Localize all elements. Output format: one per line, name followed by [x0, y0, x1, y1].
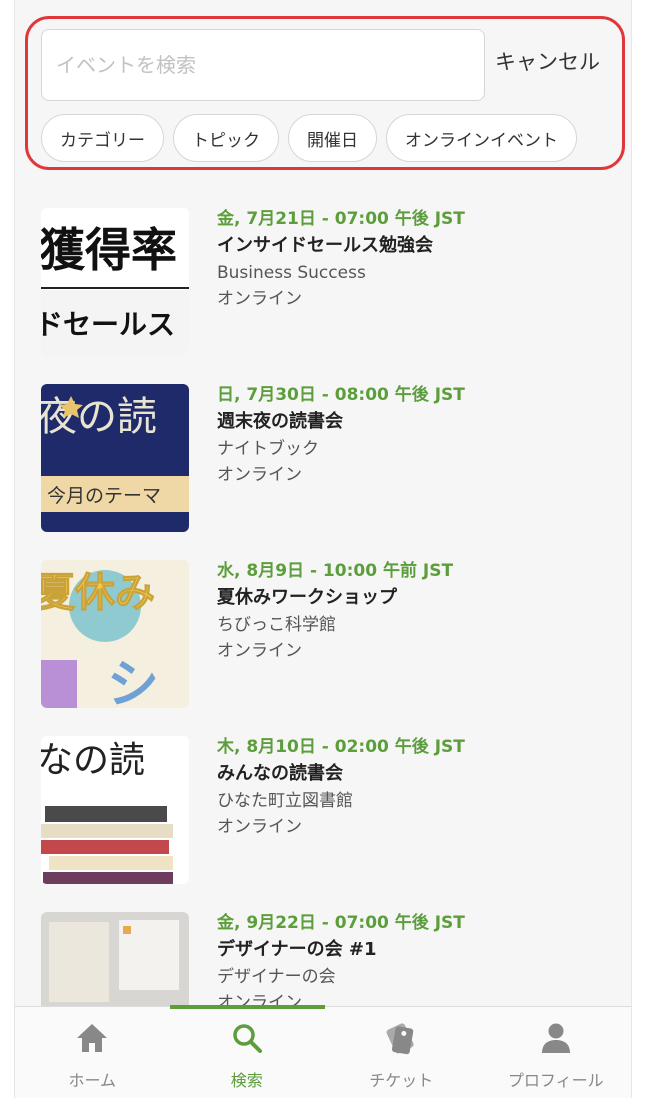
event-location: オンライン: [217, 641, 302, 661]
thumb-text: シ: [107, 655, 159, 708]
thumb-text: なの読: [41, 740, 145, 781]
event-organizer: Business Success: [217, 263, 366, 283]
event-organizer: ひなた町立図書館: [217, 791, 353, 811]
event-thumbnail: なの読: [41, 736, 189, 884]
event-thumbnail: 夏休み シ: [41, 560, 189, 708]
event-organizer: ナイトブック: [217, 439, 319, 459]
tab-label: チケット: [369, 1071, 434, 1090]
event-date: 日, 7月30日 - 08:00 午後 JST: [217, 385, 465, 405]
event-title: みんなの読書会: [217, 763, 343, 784]
filter-chip-category[interactable]: カテゴリー: [41, 114, 164, 162]
thumb-text: 夜の読: [41, 394, 157, 440]
tab-profile[interactable]: プロフィール: [479, 1007, 632, 1098]
event-date: 水, 8月9日 - 10:00 午前 JST: [217, 561, 454, 581]
cancel-button[interactable]: キャンセル: [495, 46, 600, 76]
app-screen: キャンセル カテゴリー トピック 開催日 オンラインイベント 獲得率 ドセールス…: [14, 0, 632, 1098]
event-title: 夏休みワークショップ: [217, 587, 397, 608]
thumb-text: 獲得率: [41, 223, 177, 277]
event-location: オンライン: [217, 289, 302, 309]
search-icon: [231, 1021, 263, 1055]
thumb-text: 夏休み: [41, 570, 155, 616]
event-date: 木, 8月10日 - 02:00 午後 JST: [217, 737, 465, 757]
search-header: キャンセル カテゴリー トピック 開催日 オンラインイベント: [25, 16, 625, 170]
tab-home[interactable]: ホーム: [15, 1007, 170, 1098]
event-location: オンライン: [217, 817, 302, 837]
event-item[interactable]: 夜の読 今月のテーマ 日, 7月30日 - 08:00 午後 JST 週末夜の読…: [41, 384, 621, 560]
filter-chip-topic[interactable]: トピック: [173, 114, 279, 162]
event-title: 週末夜の読書会: [217, 411, 343, 432]
active-tab-indicator: [170, 1005, 325, 1009]
filter-chip-online[interactable]: オンラインイベント: [386, 114, 577, 162]
event-organizer: ちびっこ科学館: [217, 615, 336, 635]
tab-label: プロフィール: [507, 1071, 604, 1090]
tab-label: ホーム: [68, 1071, 117, 1090]
event-item[interactable]: なの読 木, 8月10日 - 02:00 午後 JST みんなの読書会 ひなた町…: [41, 736, 621, 912]
event-date: 金, 7月21日 - 07:00 午後 JST: [217, 209, 465, 229]
event-title: インサイドセールス勉強会: [217, 235, 433, 256]
search-input[interactable]: [41, 29, 485, 101]
event-date: 金, 9月22日 - 07:00 午後 JST: [217, 913, 465, 933]
tab-search[interactable]: 検索: [170, 1007, 325, 1098]
ticket-icon: [384, 1021, 418, 1055]
event-item[interactable]: 夏休み シ 水, 8月9日 - 10:00 午前 JST 夏休みワークショップ …: [41, 560, 621, 736]
event-location: オンライン: [217, 465, 302, 485]
profile-icon: [540, 1021, 572, 1055]
thumb-text: ドセールス: [41, 308, 175, 341]
tab-label: 検索: [230, 1071, 263, 1090]
event-list: 獲得率 ドセールス 金, 7月21日 - 07:00 午後 JST インサイドセ…: [41, 208, 621, 1088]
event-organizer: デザイナーの会: [217, 967, 336, 987]
event-title: デザイナーの会 #1: [217, 939, 377, 960]
event-thumbnail: 獲得率 ドセールス: [41, 208, 189, 356]
filter-chips: カテゴリー トピック 開催日 オンラインイベント: [41, 114, 577, 162]
event-item[interactable]: 獲得率 ドセールス 金, 7月21日 - 07:00 午後 JST インサイドセ…: [41, 208, 621, 384]
filter-chip-date[interactable]: 開催日: [288, 114, 377, 162]
tab-tickets[interactable]: チケット: [324, 1007, 479, 1098]
home-icon: [75, 1021, 109, 1055]
thumb-text: 今月のテーマ: [47, 485, 161, 507]
tab-bar: ホーム 検索 チケット プロフィール: [15, 1005, 632, 1098]
event-thumbnail: 夜の読 今月のテーマ: [41, 384, 189, 532]
